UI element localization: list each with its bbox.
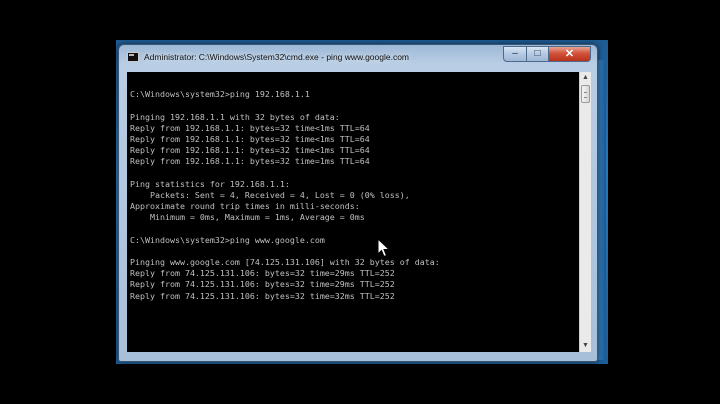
console-line: Approximate round trip times in milli-se…: [130, 201, 360, 212]
console-line: Ping statistics for 192.168.1.1:: [130, 178, 290, 189]
title-bar[interactable]: Administrator: C:\Windows\System32\cmd.e…: [119, 45, 597, 71]
console-line: Packets: Sent = 4, Received = 4, Lost = …: [130, 189, 410, 200]
console-line: Reply from 74.125.131.106: bytes=32 time…: [130, 290, 395, 301]
cmd-console-icon[interactable]: [127, 52, 139, 62]
console-text: C:\Windows\system32>ping 192.168.1.1 Ping…: [130, 78, 575, 302]
window-title: Administrator: C:\Windows\System32\cmd.e…: [144, 52, 410, 62]
console-output[interactable]: C:\Windows\system32>ping 192.168.1.1 Ping…: [127, 72, 579, 352]
minimize-button[interactable]: –: [503, 46, 527, 62]
console-line: Pinging www.google.com [74.125.131.106] …: [130, 257, 440, 267]
cmd-window: Administrator: C:\Windows\System32\cmd.e…: [118, 44, 598, 362]
console-line: C:\Windows\system32>ping www.google.com: [130, 234, 325, 245]
window-controls: – □ ✕: [503, 46, 591, 63]
console-line: Reply from 192.168.1.1: bytes=32 time<1m…: [130, 145, 370, 156]
vertical-scrollbar[interactable]: ▲ ▼: [579, 72, 591, 352]
console-line: C:\Windows\system32>ping 192.168.1.1: [130, 89, 310, 100]
console-line: Reply from 192.168.1.1: bytes=32 time<1m…: [130, 122, 370, 133]
console-line: Reply from 192.168.1.1: bytes=32 time=1m…: [130, 156, 370, 167]
scroll-down-arrow-icon[interactable]: ▼: [580, 340, 591, 352]
console-line: Pinging 192.168.1.1 with 32 bytes of dat…: [130, 111, 340, 122]
console-line: Reply from 74.125.131.106: bytes=32 time…: [130, 268, 395, 279]
console-line: Reply from 192.168.1.1: bytes=32 time<1m…: [130, 133, 370, 144]
scroll-thumb[interactable]: [581, 85, 590, 103]
close-button[interactable]: ✕: [549, 46, 591, 62]
maximize-button[interactable]: □: [527, 46, 549, 62]
scroll-up-arrow-icon[interactable]: ▲: [580, 72, 591, 84]
console-line: Reply from 74.125.131.106: bytes=32 time…: [130, 279, 395, 290]
mouse-pointer-icon: [377, 238, 391, 258]
console-line: Minimum = 0ms, Maximum = 1ms, Average = …: [130, 212, 365, 223]
